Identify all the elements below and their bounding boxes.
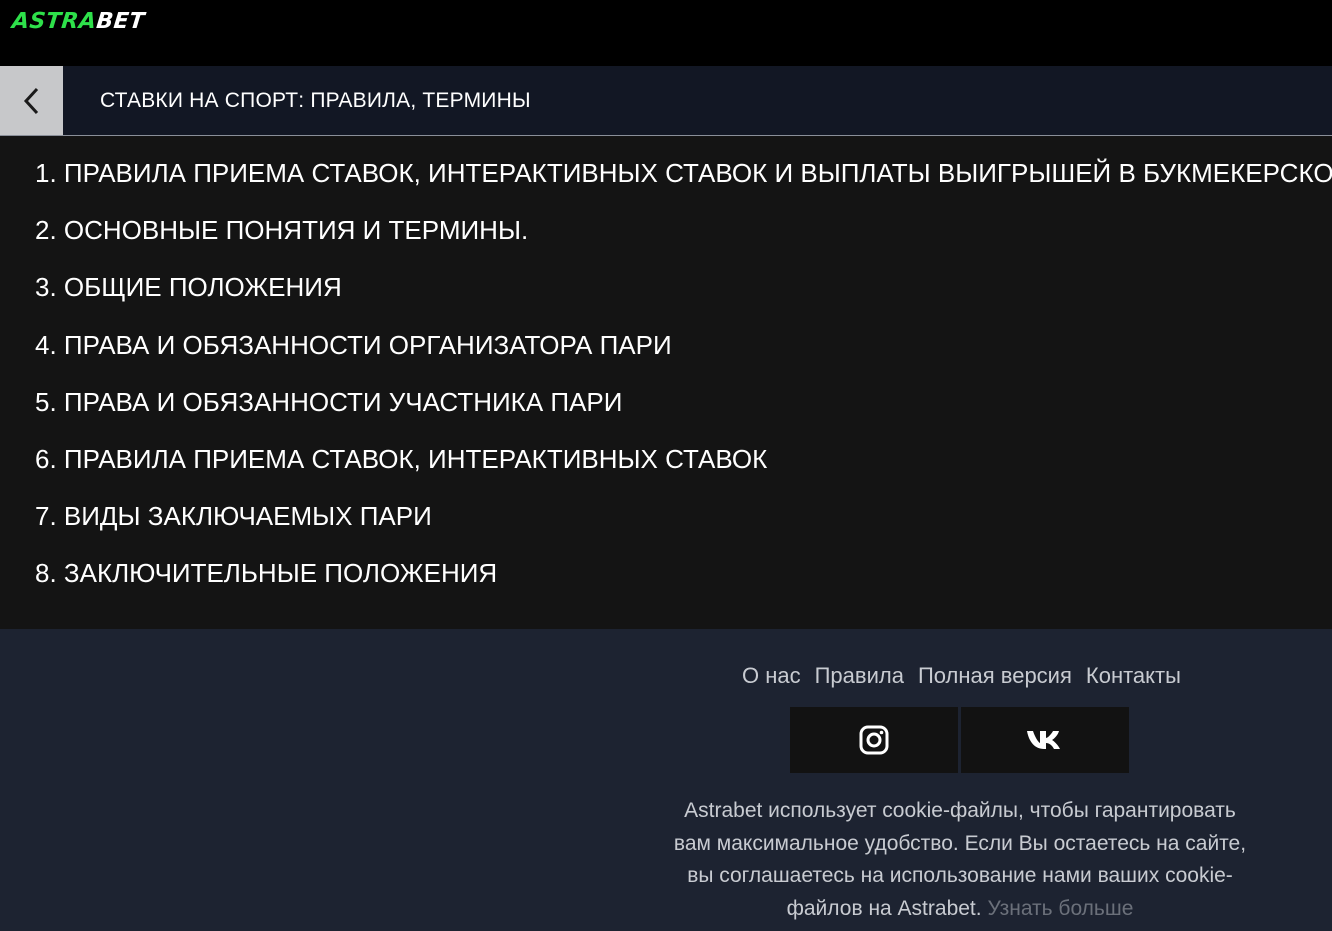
- instagram-button[interactable]: [790, 707, 958, 773]
- learn-more-link[interactable]: Узнать больше: [987, 897, 1133, 920]
- astrabet-logo[interactable]: ASTRABET: [11, 9, 146, 35]
- toc-item-3[interactable]: 3. ОБЩИЕ ПОЛОЖЕНИЯ: [35, 272, 342, 302]
- logo-part-bet: BET: [95, 9, 147, 34]
- footer-link-rules[interactable]: Правила: [815, 663, 904, 693]
- cookie-line-2: вам максимальное удобство. Если Вы остае…: [673, 831, 1247, 855]
- instagram-icon: [859, 725, 889, 755]
- footer-link-about[interactable]: О нас: [742, 663, 801, 693]
- toc-item-4[interactable]: 4. ПРАВА И ОБЯЗАННОСТИ ОРГАНИЗАТОРА ПАРИ: [35, 330, 672, 360]
- social-links: [790, 707, 1129, 773]
- vk-icon: [1027, 731, 1060, 749]
- footer-links: О нас Правила Полная версия Контакты: [742, 663, 1181, 693]
- top-bar: ASTRABET: [0, 0, 1332, 66]
- cookie-line-4-wrap: файлов на Astrabet. Узнать больше: [660, 893, 1260, 926]
- cookie-notice: Astrabet использует cookie-файлы, чтобы …: [660, 795, 1260, 925]
- footer-link-full-version[interactable]: Полная версия: [918, 663, 1072, 693]
- toc-item-1[interactable]: 1. ПРАВИЛА ПРИЕМА СТАВОК, ИНТЕРАКТИВНЫХ …: [35, 158, 1332, 188]
- toc-item-2[interactable]: 2. ОСНОВНЫЕ ПОНЯТИЯ И ТЕРМИНЫ.: [35, 215, 528, 245]
- rules-content: 1. ПРАВИЛА ПРИЕМА СТАВОК, ИНТЕРАКТИВНЫХ …: [0, 136, 1332, 629]
- footer-link-contacts[interactable]: Контакты: [1086, 663, 1181, 693]
- toc-item-8[interactable]: 8. ЗАКЛЮЧИТЕЛЬНЫЕ ПОЛОЖЕНИЯ: [35, 558, 497, 588]
- vk-button[interactable]: [961, 707, 1129, 773]
- page-title: СТАВКИ НА СПОРТ: ПРАВИЛА, ТЕРМИНЫ: [100, 89, 531, 112]
- chevron-left-icon: [23, 87, 38, 114]
- toc-item-7[interactable]: 7. ВИДЫ ЗАКЛЮЧАЕМЫХ ПАРИ: [35, 501, 432, 531]
- toc-item-6[interactable]: 6. ПРАВИЛА ПРИЕМА СТАВОК, ИНТЕРАКТИВНЫХ …: [35, 444, 767, 474]
- footer: О нас Правила Полная версия Контакты Ast…: [0, 629, 1332, 931]
- page-header: СТАВКИ НА СПОРТ: ПРАВИЛА, ТЕРМИНЫ: [0, 66, 1332, 136]
- cookie-line-3: вы соглашаетесь на использование нами ва…: [687, 864, 1233, 887]
- cookie-line-1: Astrabet использует cookie-файлы, чтобы …: [684, 799, 1236, 822]
- cookie-line-4: файлов на Astrabet.: [786, 896, 982, 920]
- toc-item-5[interactable]: 5. ПРАВА И ОБЯЗАННОСТИ УЧАСТНИКА ПАРИ: [35, 387, 622, 417]
- logo-part-astra: ASTRA: [10, 9, 98, 34]
- back-button[interactable]: [0, 66, 63, 135]
